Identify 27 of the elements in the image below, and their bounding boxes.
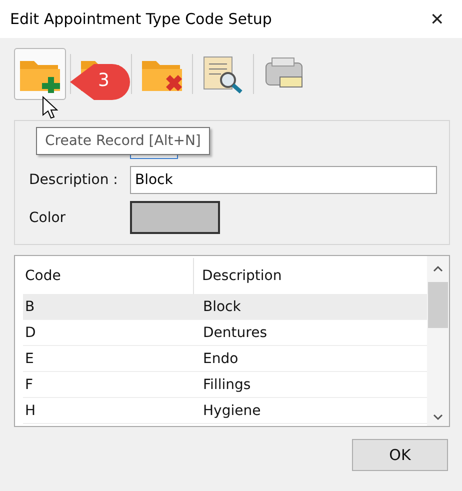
table-cell-text: E: [24, 350, 35, 368]
document-search-icon: [202, 54, 244, 94]
table-cell-text: B: [24, 298, 36, 316]
window-title: Edit Appointment Type Code Setup: [10, 10, 272, 28]
scroll-down-icon[interactable]: [432, 412, 444, 422]
table-cell-text: H: [24, 402, 37, 420]
table-cell-text: Fillings: [202, 376, 252, 394]
column-header[interactable]: Code: [23, 258, 193, 294]
scrollbar[interactable]: [427, 256, 449, 426]
description-field[interactable]: Block: [130, 166, 437, 194]
table-cell-text: Block: [202, 298, 242, 316]
scroll-up-icon[interactable]: [432, 264, 444, 274]
description-label: Description :: [29, 172, 119, 188]
toolbar-button[interactable]: [14, 48, 66, 100]
close-button[interactable]: ✕: [426, 8, 448, 30]
table-cell-text: Endo: [202, 350, 240, 368]
table-cell-text: Hygiene: [202, 402, 262, 420]
table-cell-text: Dentures: [202, 324, 268, 342]
table-cell-text: F: [24, 376, 34, 394]
color-swatch[interactable]: [130, 201, 220, 234]
color-label: Color: [29, 210, 67, 226]
tooltip: Create Record [Alt+N]: [36, 127, 210, 155]
scroll-thumb[interactable]: [428, 282, 448, 328]
ok-button[interactable]: OK: [352, 439, 448, 471]
table-row[interactable]: B Block: [23, 294, 427, 320]
table-cell-text: D: [24, 324, 37, 342]
mouse-pointer-icon: [42, 96, 58, 120]
